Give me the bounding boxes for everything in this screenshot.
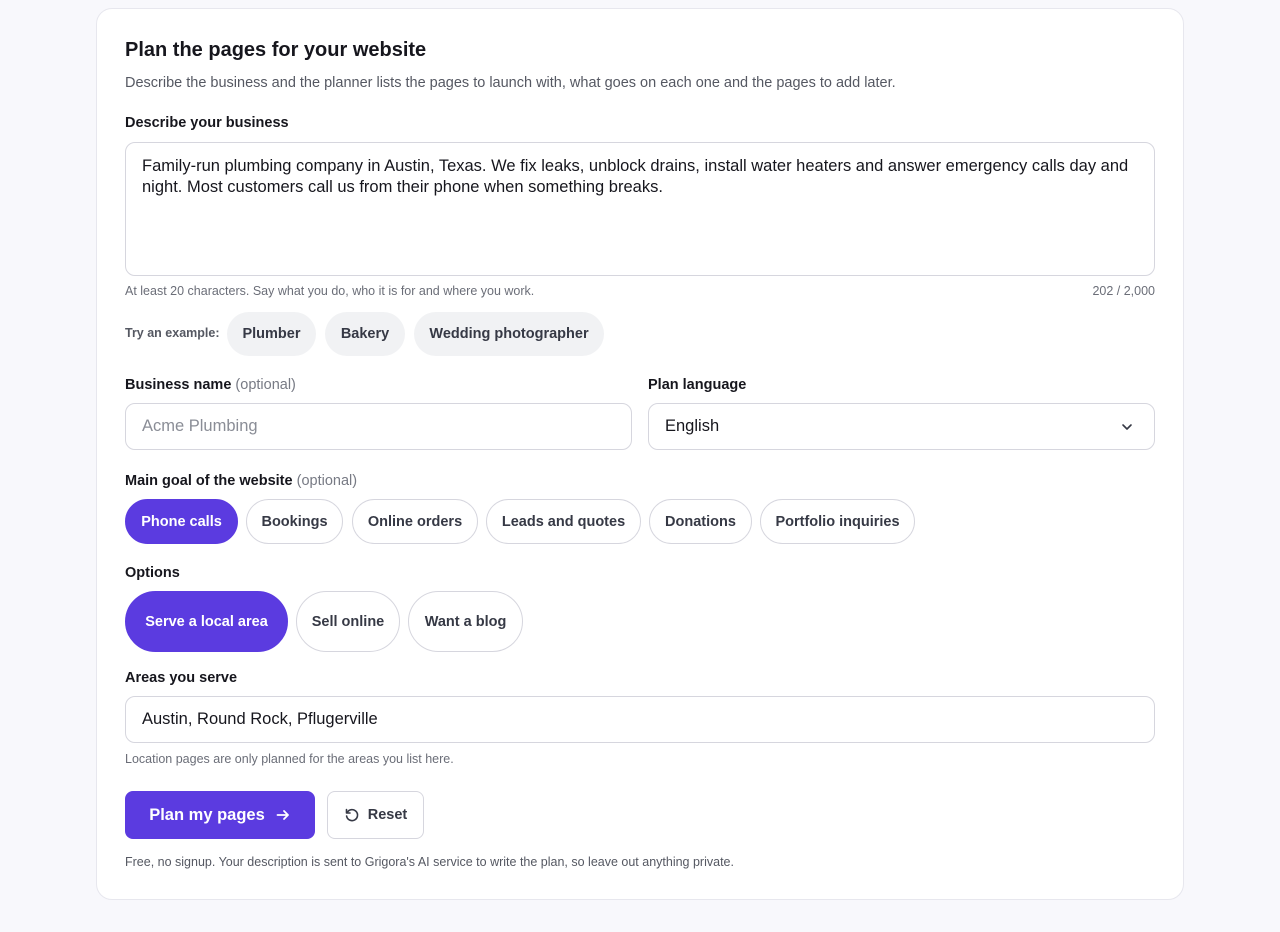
areas-hint: Location pages are only planned for the … [125,752,454,766]
plan-my-pages-button[interactable]: Plan my pages [125,791,315,839]
options-label: Options [125,565,180,581]
goal-pill-donations[interactable]: Donations [649,499,752,544]
option-pill-want-blog[interactable]: Want a blog [408,591,523,652]
business-description-textarea[interactable]: Family-run plumbing company in Austin, T… [125,142,1155,276]
chevron-down-icon [1122,424,1132,430]
optional-tag: (optional) [235,377,296,393]
plan-language-value: English [665,417,720,435]
plan-language-label: Plan language [648,377,747,393]
example-chip-bakery[interactable]: Bakery [325,312,405,356]
option-pill-serve-local-area[interactable]: Serve a local area [125,591,288,652]
description-label: Describe your business [125,115,289,131]
example-chip-plumber[interactable]: Plumber [227,312,316,356]
goal-pill-portfolio-inquiries[interactable]: Portfolio inquiries [760,499,915,544]
areas-input[interactable]: Austin, Round Rock, Pflugerville [125,696,1155,743]
areas-label: Areas you serve [125,670,238,686]
reset-label: Reset [367,807,408,823]
goal-pill-leads-and-quotes[interactable]: Leads and quotes [486,499,641,544]
reset-icon [345,808,359,822]
description-hint: At least 20 characters. Say what you do,… [125,284,535,298]
goal-pill-phone-calls[interactable]: Phone calls [125,499,238,544]
page-title: Plan the pages for your website [125,39,427,61]
goal-pill-online-orders[interactable]: Online orders [352,499,478,544]
business-name-input[interactable]: Acme Plumbing [125,403,632,450]
example-chip-wedding-photographer[interactable]: Wedding photographer [414,312,604,356]
reset-button[interactable]: Reset [327,791,424,839]
optional-tag: (optional) [296,473,358,489]
business-name-label-text: Business name [125,377,232,393]
plan-my-pages-label: Plan my pages [149,805,265,824]
examples-label: Try an example: [125,326,220,340]
goal-pill-bookings[interactable]: Bookings [246,499,343,544]
page-subtitle: Describe the business and the planner li… [125,75,896,91]
arrow-right-icon [276,810,289,820]
business-name-label: Business name (optional) [125,377,296,393]
main-goal-label: Main goal of the website (optional) [125,473,357,489]
privacy-note: Free, no signup. Your description is sen… [125,855,734,869]
main-goal-label-text: Main goal of the website [125,473,293,489]
option-pill-sell-online[interactable]: Sell online [296,591,400,652]
planner-card: Plan the pages for your website Describe… [96,8,1184,900]
plan-language-select[interactable]: English [648,403,1155,450]
character-counter: 202 / 2,000 [1092,284,1155,298]
